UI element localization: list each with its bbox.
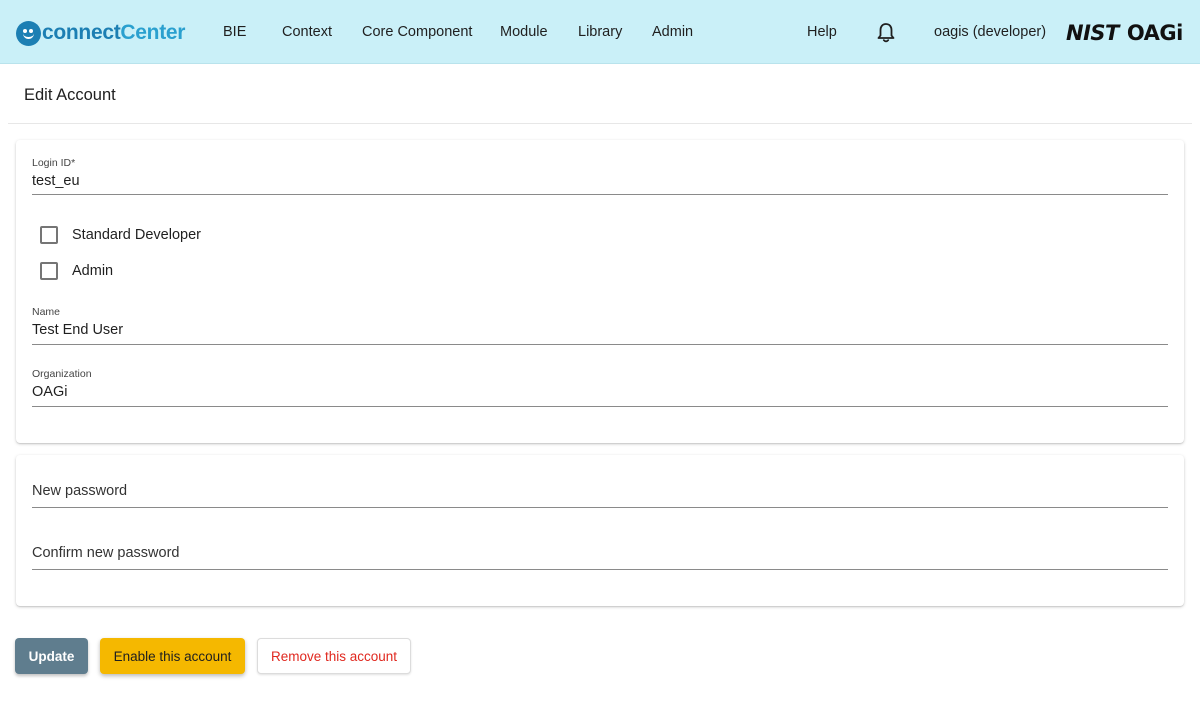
page-title: Edit Account [24, 86, 116, 104]
new-password-placeholder: New password [32, 483, 128, 499]
top-app-bar: connectCenter BIE Context Core Component… [0, 0, 1200, 64]
nav-library[interactable]: Library [578, 0, 622, 64]
password-card: New password Confirm new password [16, 455, 1184, 606]
nav-core-component[interactable]: Core Component [362, 0, 472, 64]
standard-developer-checkbox[interactable] [40, 226, 58, 244]
oagi-logo-text: OAGi [1126, 21, 1183, 45]
name-value[interactable]: Test End User [32, 322, 123, 338]
user-menu[interactable]: oagis (developer) [934, 0, 1046, 64]
admin-label: Admin [72, 263, 114, 279]
standard-developer-label: Standard Developer [72, 227, 201, 243]
remove-account-button[interactable]: Remove this account [257, 638, 411, 674]
login-id-field[interactable]: Login ID* test_eu [32, 154, 1168, 195]
login-id-label: Login ID* [32, 157, 76, 169]
confirm-password-field[interactable]: Confirm new password [32, 542, 1168, 570]
connect-center-logo[interactable]: connectCenter [16, 19, 185, 47]
nav-bie[interactable]: BIE [223, 0, 246, 64]
enable-account-button[interactable]: Enable this account [100, 638, 245, 674]
name-field[interactable]: Name Test End User [32, 303, 1168, 345]
nav-help[interactable]: Help [807, 0, 837, 64]
logo-text-part-1: connect [42, 21, 121, 44]
nist-oagi-logo: NIST OAGi [1066, 20, 1183, 46]
organization-field[interactable]: Organization OAGi [32, 365, 1168, 407]
standard-developer-checkbox-row[interactable]: Standard Developer [40, 225, 201, 245]
admin-checkbox-row[interactable]: Admin [40, 261, 113, 281]
name-label: Name [32, 306, 61, 318]
logo-text-part-2: Center [120, 21, 186, 44]
organization-label: Organization [32, 368, 92, 380]
login-id-value[interactable]: test_eu [32, 173, 80, 189]
new-password-field[interactable]: New password [32, 481, 1168, 508]
organization-value[interactable]: OAGi [32, 384, 67, 400]
update-button[interactable]: Update [15, 638, 88, 674]
admin-checkbox[interactable] [40, 262, 58, 280]
page-header: Edit Account [8, 64, 1192, 124]
logo-text: connectCenter [42, 21, 185, 45]
bell-icon[interactable] [876, 22, 896, 44]
confirm-password-placeholder: Confirm new password [32, 545, 180, 561]
account-details-card: Login ID* test_eu Standard Developer Adm… [16, 140, 1184, 443]
nav-module[interactable]: Module [500, 0, 548, 64]
logo-face-icon [16, 20, 41, 46]
nav-context[interactable]: Context [282, 0, 332, 64]
nist-logo-text: NIST [1066, 21, 1119, 45]
nav-admin[interactable]: Admin [652, 0, 693, 64]
